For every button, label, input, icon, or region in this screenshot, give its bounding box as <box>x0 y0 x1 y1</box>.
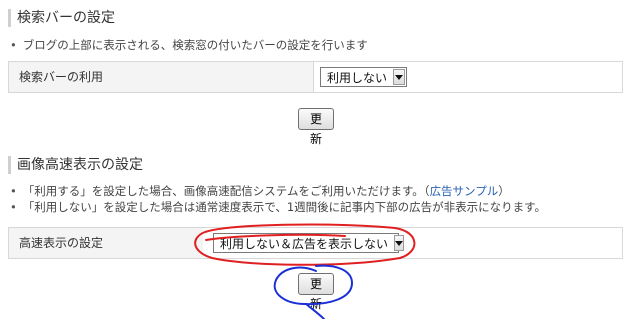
fast-display-bullet-not-use: 「利用しない」を設定した場合は通常速度表示で、1週間後に記事内下部の広告が非表示… <box>10 199 546 215</box>
fast-display-section-title: 画像高速表示の設定 <box>8 156 143 174</box>
fast-display-description-list: 「利用する」を設定した場合、画像高速配信システムをご利用いただけます。（広告サン… <box>10 183 546 215</box>
search-bar-setting-row: 検索バーの利用 利用しない <box>8 61 623 93</box>
fast-display-bullet-use-text: 「利用する」を設定した場合、画像高速配信システムをご利用いただけます。（ <box>22 184 430 198</box>
search-bar-select[interactable]: 利用しない <box>320 67 407 87</box>
fast-display-select-value: 利用しない＆広告を表示しない <box>220 236 389 251</box>
fast-display-setting-label: 高速表示の設定 <box>9 228 203 258</box>
fast-display-setting-cell: 利用しない＆広告を表示しない <box>203 228 622 258</box>
search-bar-setting-cell: 利用しない <box>314 62 622 92</box>
fast-display-update-button[interactable]: 更新 <box>298 273 334 311</box>
chevron-down-icon[interactable] <box>394 235 405 251</box>
search-bar-description-list: ブログの上部に表示される、検索窓の付いたバーの設定を行います <box>10 37 368 53</box>
search-bar-setting-label: 検索バーの利用 <box>9 62 314 92</box>
search-bar-section-title: 検索バーの設定 <box>8 9 115 27</box>
fast-display-select[interactable]: 利用しない＆広告を表示しない <box>213 233 405 253</box>
ad-sample-link[interactable]: 広告サンプル <box>430 184 499 198</box>
fast-display-bullet-use-suffix: ） <box>498 184 510 198</box>
fast-display-bullet-use: 「利用する」を設定した場合、画像高速配信システムをご利用いただけます。（広告サン… <box>10 183 546 199</box>
search-bar-description: ブログの上部に表示される、検索窓の付いたバーの設定を行います <box>10 37 368 53</box>
search-bar-select-value: 利用しない <box>327 70 388 85</box>
chevron-down-icon[interactable] <box>393 69 405 85</box>
fast-display-setting-row: 高速表示の設定 利用しない＆広告を表示しない <box>8 227 623 259</box>
search-bar-update-button[interactable]: 更新 <box>298 108 334 146</box>
